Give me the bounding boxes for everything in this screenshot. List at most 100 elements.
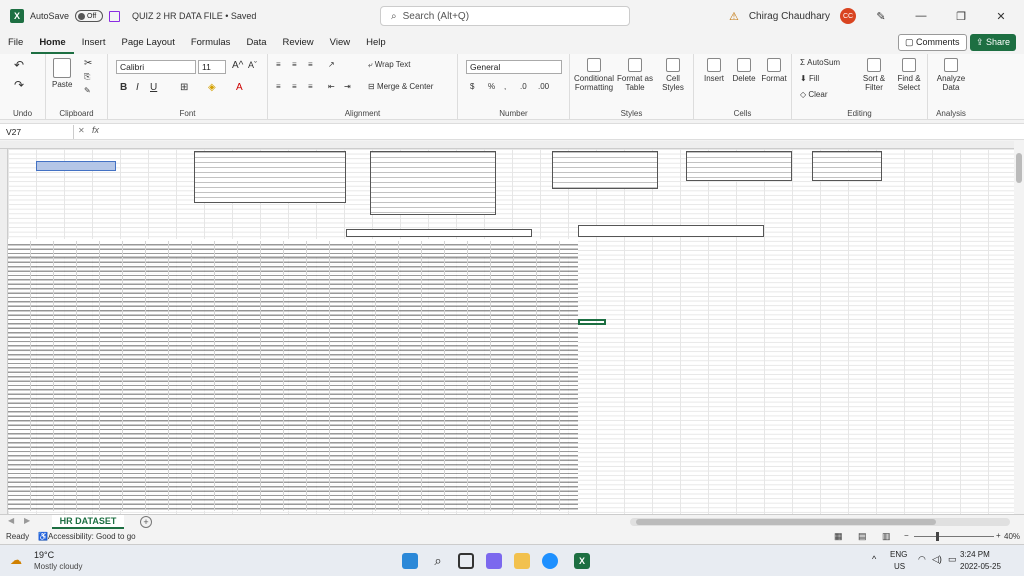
name-input-block[interactable] [36,161,116,171]
wifi-icon[interactable]: ◠ [918,554,926,565]
row-headers[interactable] [0,149,8,514]
paste-button[interactable]: Paste [52,58,72,89]
sort-filter-button[interactable]: Sort & Filter [858,58,890,92]
tab-insert[interactable]: Insert [74,32,114,54]
increase-decimal-icon[interactable]: .0 [520,82,527,91]
sheet-tab-hr-dataset[interactable]: HR DATASET [52,515,124,529]
taskbar-search-icon[interactable]: ⌕ [430,553,446,569]
formula-input[interactable] [110,125,1010,139]
page-break-view-icon[interactable]: ▥ [882,531,891,542]
cut-icon[interactable]: ✂ [84,58,92,69]
tab-help[interactable]: Help [358,32,394,54]
values-table[interactable] [812,151,882,181]
undo-icon[interactable]: ↶ [14,58,24,72]
zoom-slider-thumb[interactable] [936,532,939,541]
align-bottom-icon[interactable]: ≡ [308,60,313,69]
worksheet-grid[interactable] [0,141,1014,514]
decrease-font-icon[interactable]: Aˇ [248,60,257,70]
comments-button[interactable]: ▢ Comments [898,34,967,51]
fill-button[interactable]: ⬇ Fill [800,74,819,83]
close-icon[interactable]: ✕ [986,10,1016,23]
chat-icon[interactable] [486,553,502,569]
number-format-select[interactable]: General [466,60,562,74]
edge-browser-icon[interactable] [542,553,558,569]
copy-icon[interactable]: ⎘ [84,72,90,82]
delete-cells-button[interactable]: Delete [730,58,758,83]
column-headers[interactable] [0,141,1014,149]
warning-icon[interactable]: ⚠ [729,10,739,23]
merge-center-button[interactable]: ⊟ Merge & Center [368,82,433,91]
increase-font-icon[interactable]: A^ [232,60,243,71]
excel-taskbar-icon[interactable]: X [574,553,590,569]
add-sheet-icon[interactable]: + [140,516,152,528]
increase-indent-icon[interactable]: ⇥ [344,82,351,91]
currency-icon[interactable]: $ [470,82,474,91]
clear-button[interactable]: ◇ Clear [800,90,828,99]
bold-button[interactable]: B [120,82,127,93]
font-name-select[interactable]: Calibri [116,60,196,74]
next-sheet-icon[interactable]: ▶ [24,516,30,525]
comma-icon[interactable]: , [504,82,506,91]
autosum-button[interactable]: Σ AutoSum [800,58,840,67]
find-select-button[interactable]: Find & Select [892,58,926,92]
zoom-level[interactable]: 40% [1004,532,1020,541]
region-indicator[interactable]: US [894,562,905,571]
page-layout-view-icon[interactable]: ▤ [858,531,867,542]
weather-temp[interactable]: 19°C [34,550,54,560]
weather-icon[interactable]: ☁ [10,553,22,567]
battery-icon[interactable]: ▭ [948,554,957,565]
normal-view-icon[interactable]: ▦ [834,531,843,542]
tab-home[interactable]: Home [31,32,74,54]
scrollbar-thumb[interactable] [1016,153,1022,183]
volume-icon[interactable]: ◁) [932,554,942,565]
align-left-icon[interactable]: ≡ [276,82,281,91]
save-icon[interactable] [109,10,121,22]
deduction-rate-table[interactable] [194,151,346,203]
vertical-scrollbar[interactable] [1014,141,1024,514]
name-box[interactable]: V27 [2,125,74,139]
orientation-icon[interactable]: ↗ [328,60,335,69]
align-top-icon[interactable]: ≡ [276,60,281,69]
share-button[interactable]: ⇪ Share [970,34,1016,51]
employee-dataset[interactable] [8,241,578,511]
redo-icon[interactable]: ↷ [14,78,24,92]
clock-time[interactable]: 3:24 PM [960,550,990,559]
align-center-icon[interactable]: ≡ [292,82,297,91]
education-bonus-table[interactable] [552,151,658,189]
font-color-icon[interactable]: A [236,82,243,93]
minimize-icon[interactable]: — [906,10,936,22]
borders-icon[interactable]: ⊞ [180,82,188,93]
search-input[interactable]: ⌕ Search (Alt+Q) [380,6,630,26]
department-bonus-table[interactable] [686,151,792,181]
insert-cells-button[interactable]: Insert [700,58,728,83]
tab-formulas[interactable]: Formulas [183,32,239,54]
accessibility-status[interactable]: Accessibility: Good to go [48,532,136,541]
format-cells-button[interactable]: Format [760,58,788,83]
italic-button[interactable]: I [136,82,139,93]
bonus-rate-table[interactable] [370,151,496,215]
zoom-out-icon[interactable]: − [904,531,909,540]
task-view-icon[interactable] [458,553,474,569]
wrap-text-button[interactable]: ⤶ Wrap Text [368,60,410,70]
autosave-toggle[interactable]: Off [75,10,104,22]
tab-page-layout[interactable]: Page Layout [113,32,182,54]
user-name[interactable]: Chirag Chaudhary [749,11,830,22]
language-indicator[interactable]: ENG [890,550,907,559]
format-as-table-button[interactable]: Format as Table [616,58,654,92]
avatar[interactable]: CC [840,8,856,24]
start-icon[interactable] [402,553,418,569]
horizontal-scroll-thumb[interactable] [636,519,936,525]
format-painter-icon[interactable]: ✎ [84,86,91,95]
lookup-criteria-row[interactable] [578,225,764,237]
answer-row[interactable] [346,229,532,237]
cancel-entry-icon[interactable]: ✕ [78,126,85,135]
clock-date[interactable]: 2022-05-25 [960,562,1001,571]
align-middle-icon[interactable]: ≡ [292,60,297,69]
fill-color-icon[interactable]: ◈ [208,82,216,93]
percent-icon[interactable]: % [488,82,495,91]
weather-condition[interactable]: Mostly cloudy [34,562,82,571]
tab-file[interactable]: File [0,32,31,54]
tab-view[interactable]: View [322,32,358,54]
align-right-icon[interactable]: ≡ [308,82,313,91]
decrease-decimal-icon[interactable]: .00 [538,82,549,91]
